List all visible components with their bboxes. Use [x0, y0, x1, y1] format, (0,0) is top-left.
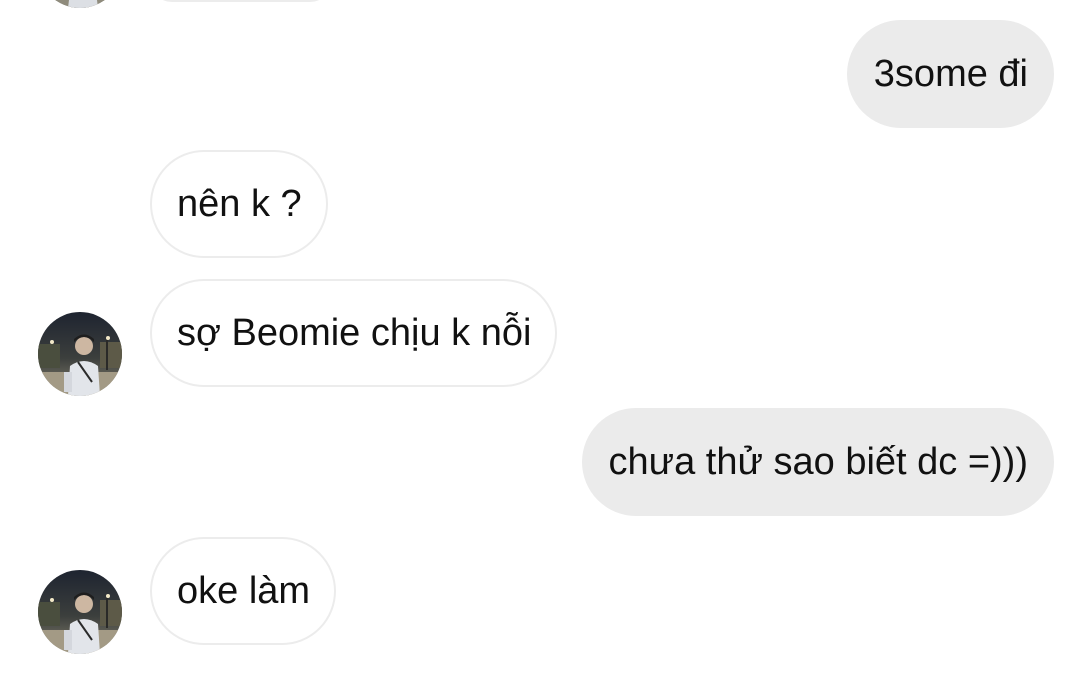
message-bubble-incoming[interactable]: oke làm — [150, 537, 337, 645]
contact-avatar[interactable] — [38, 312, 122, 396]
message-bubble-incoming[interactable]: nên k ? — [150, 150, 328, 258]
contact-avatar[interactable] — [38, 570, 122, 654]
message-text: sợ Beomie chịu k nỗi — [177, 312, 532, 354]
message-text: oke làm — [177, 570, 311, 612]
chat-thread: 3some đi nên k ? sợ Beomie chịu k nỗi ch… — [0, 0, 1080, 683]
message-bubble-outgoing[interactable]: 3some đi — [846, 20, 1054, 128]
message-text: 3some đi — [873, 53, 1028, 95]
contact-avatar[interactable] — [38, 0, 122, 8]
message-text: nên k ? — [177, 183, 302, 225]
message-bubble-cutoff[interactable] — [150, 0, 332, 2]
message-bubble-incoming[interactable]: sợ Beomie chịu k nỗi — [150, 279, 558, 387]
message-bubble-outgoing[interactable]: chưa thử sao biết dc =))) — [581, 408, 1054, 516]
message-text: chưa thử sao biết dc =))) — [608, 441, 1028, 483]
